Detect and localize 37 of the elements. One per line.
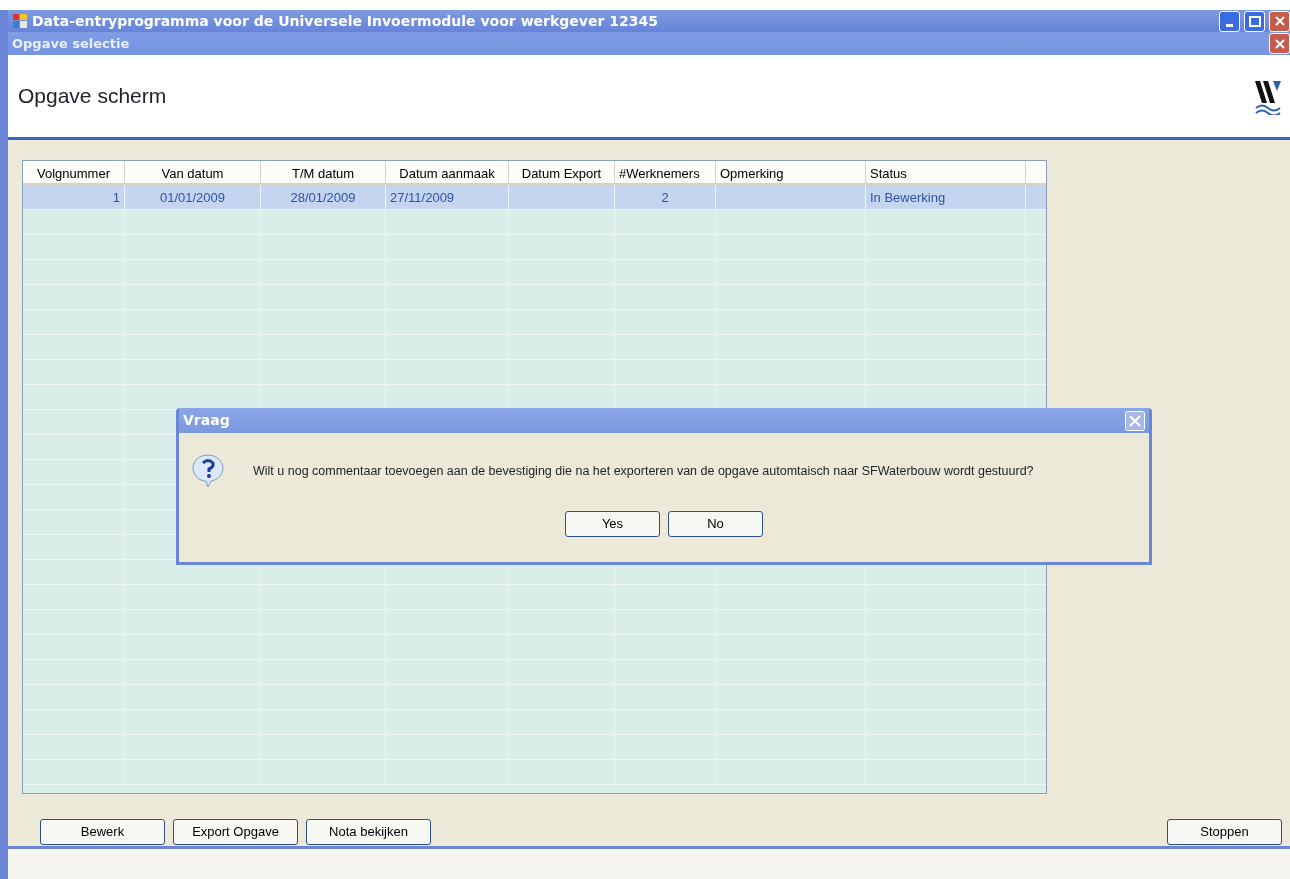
close-button[interactable] (1269, 33, 1290, 54)
action-button[interactable]: Export Opgave (173, 819, 298, 845)
app-icon (12, 13, 28, 29)
column-header[interactable]: Opmerking (720, 166, 784, 181)
column-header[interactable]: Datum Export (521, 166, 602, 181)
stop-button[interactable]: Stoppen (1167, 819, 1282, 845)
table-row[interactable]: 1 01/01/2009 28/01/2009 27/11/2009 2 In Bewerking (23, 185, 1046, 210)
table-cell: 27/11/2009 (390, 190, 455, 205)
dialog-button[interactable]: Yes (565, 511, 660, 537)
close-icon[interactable] (1125, 410, 1145, 431)
window-title: Data-entryprogramma voor de Universele Invoermodule voor werkgever 12345 (32, 11, 658, 31)
close-button[interactable] (1269, 10, 1290, 32)
minimize-button[interactable] (1219, 10, 1240, 32)
table-cell: In Bewerking (870, 190, 946, 205)
column-header[interactable]: Datum aanmaak (399, 166, 495, 181)
column-header[interactable]: Van datum (161, 166, 224, 181)
column-header[interactable]: Volgnummer (37, 166, 110, 181)
close-icon (1274, 38, 1285, 49)
table-cell: 2 (661, 190, 669, 205)
column-header[interactable]: Status (870, 166, 907, 181)
maximize-icon (1248, 15, 1261, 27)
maximize-button[interactable] (1244, 10, 1265, 32)
window-title: Opgave selectie (12, 34, 130, 53)
table-cell: 1 (112, 190, 120, 205)
minimize-icon (1226, 23, 1233, 27)
column-header[interactable]: #Werknemers (619, 166, 700, 181)
action-button[interactable]: Nota bekijken (306, 819, 431, 845)
dialog-title: Vraag (183, 411, 230, 430)
dialog-message: Wilt u nog commentaar toevoegen aan de bevestiging die na het exporteren van de opgave automtaisch naar SFWaterbouw wordt gestuurd? (253, 462, 1034, 480)
dialog-button[interactable]: No (668, 511, 763, 537)
action-button[interactable]: Bewerk (40, 819, 165, 845)
column-header[interactable]: T/M datum (291, 166, 355, 181)
question-icon (191, 453, 225, 489)
close-icon (1274, 16, 1285, 26)
screen-title: Opgave scherm (18, 83, 167, 110)
table-cell: 01/01/2009 (159, 190, 226, 205)
table-cell: 28/01/2009 (290, 190, 356, 205)
